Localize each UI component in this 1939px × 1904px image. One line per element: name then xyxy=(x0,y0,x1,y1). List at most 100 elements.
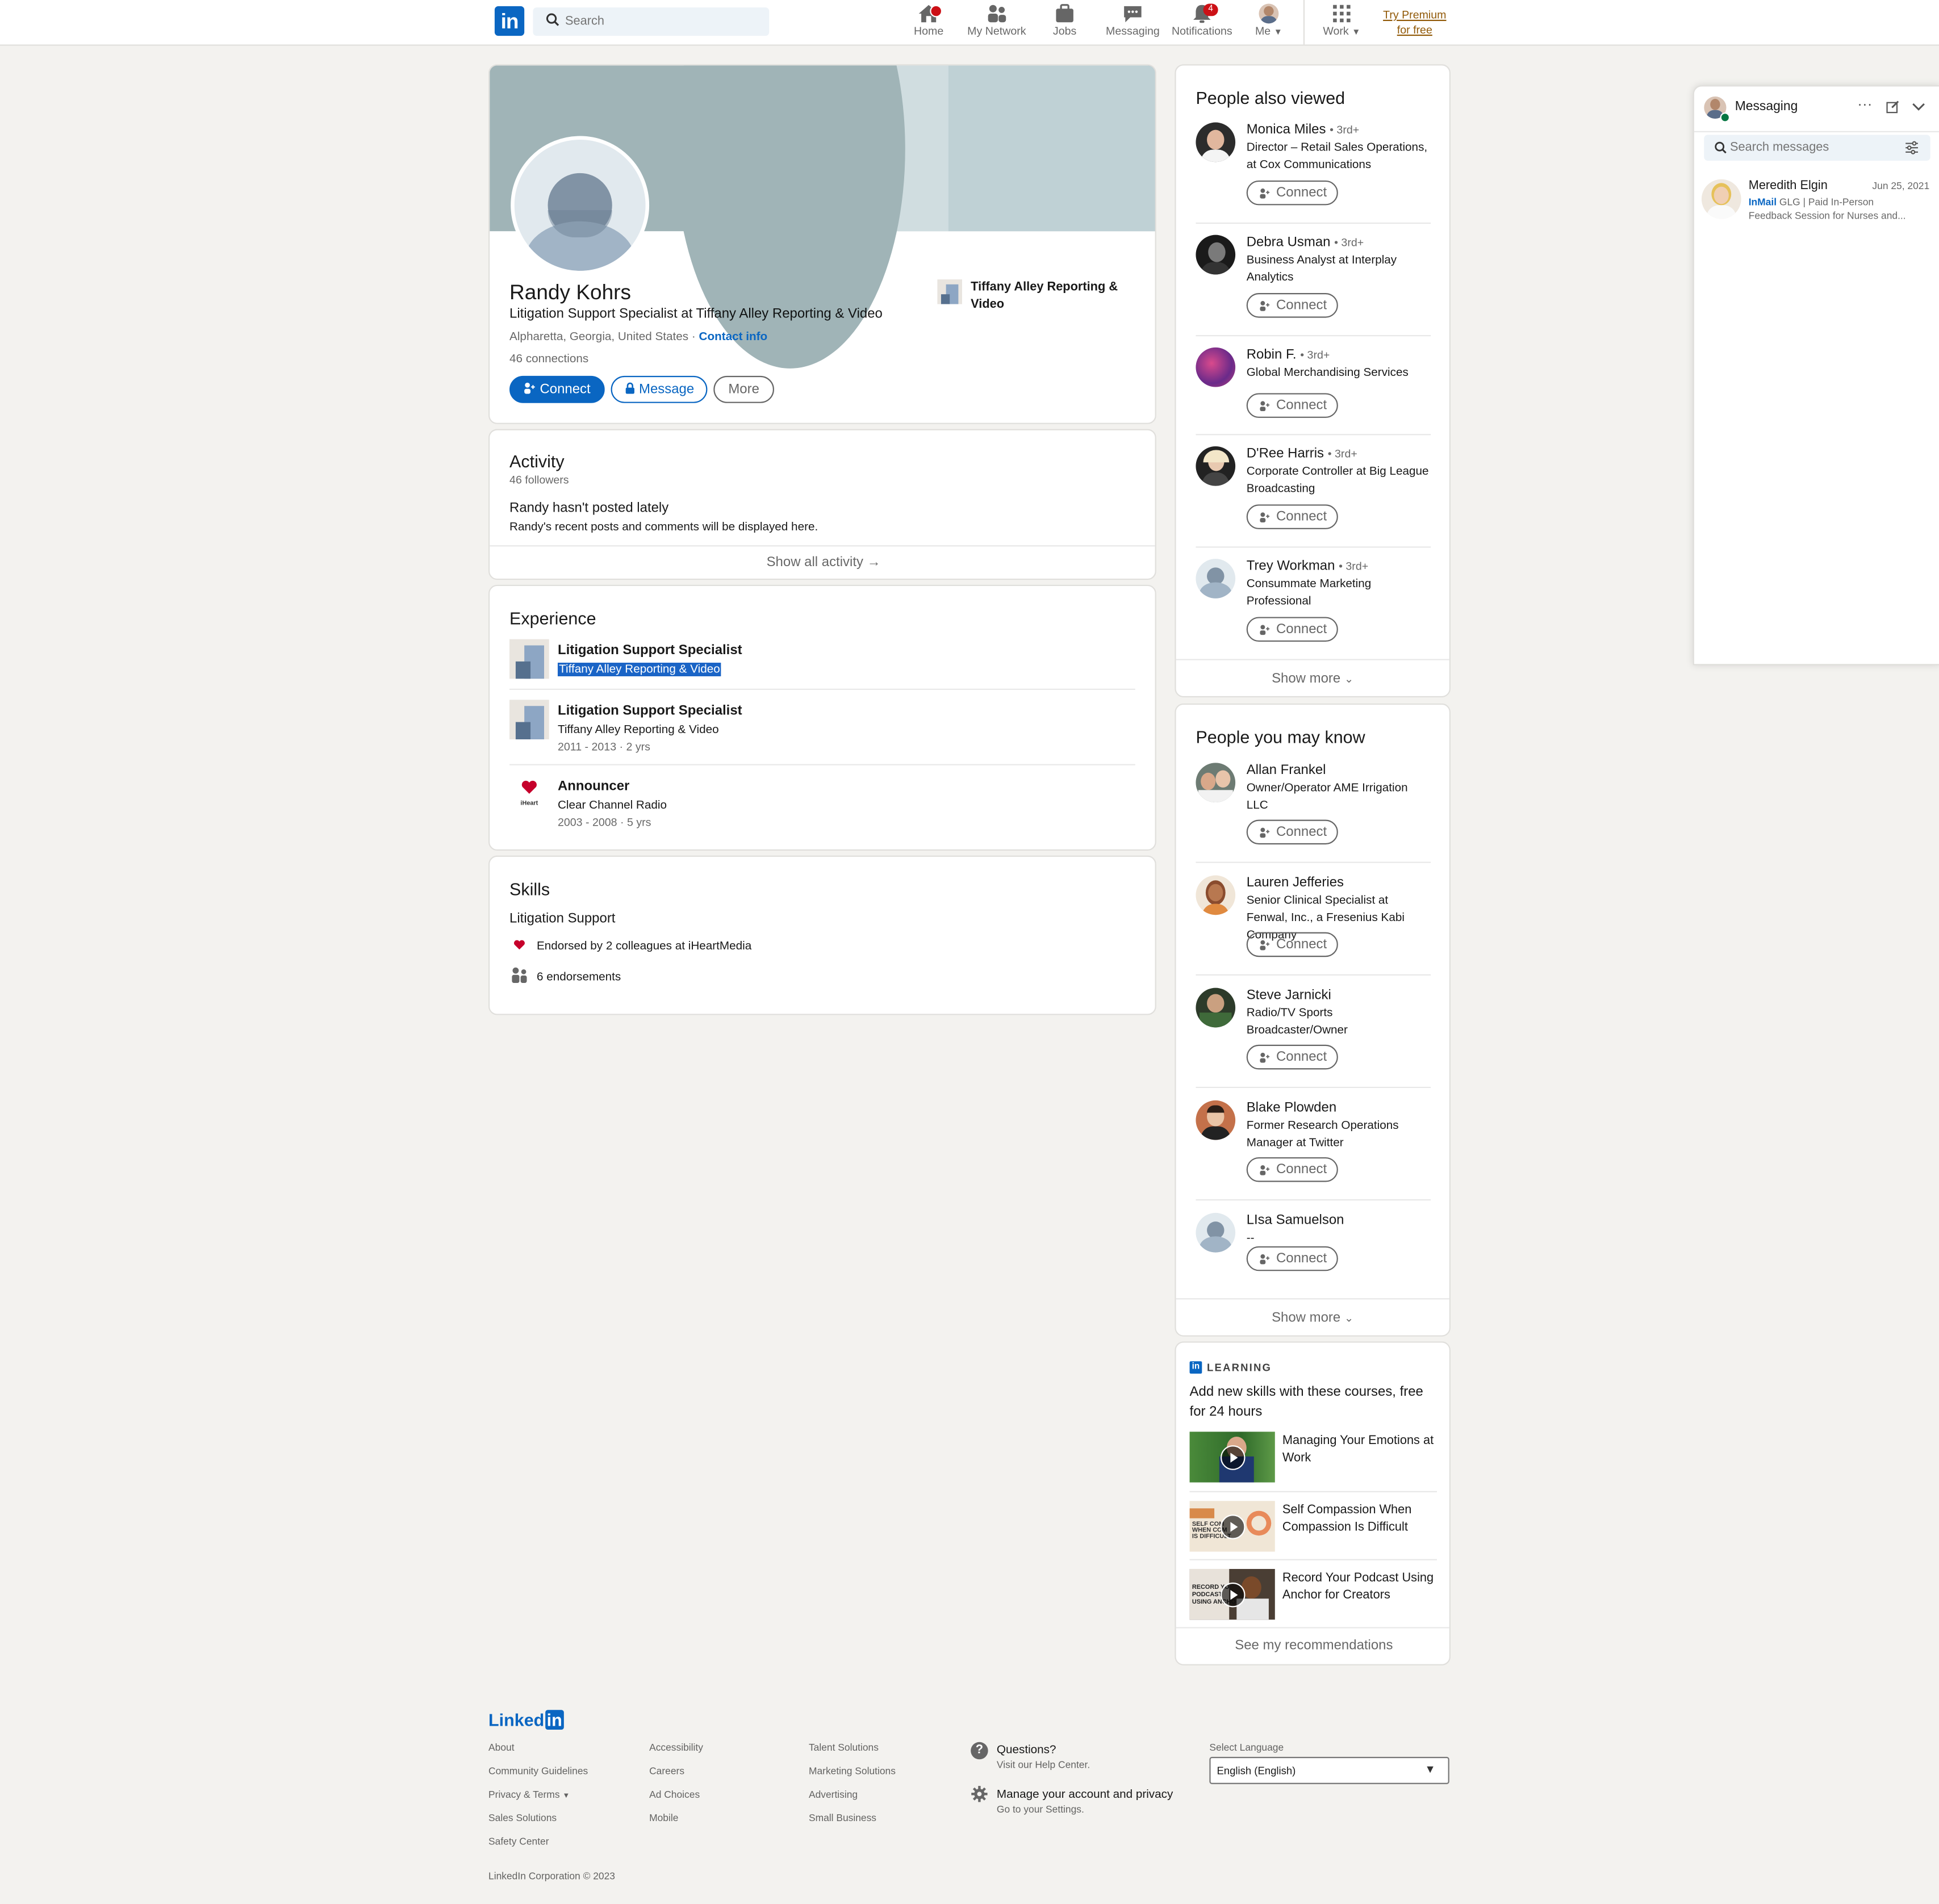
nav-my-network[interactable]: My Network xyxy=(960,4,1034,37)
connect-button[interactable]: Connect xyxy=(509,375,605,403)
global-search[interactable] xyxy=(533,7,770,36)
search-messages[interactable] xyxy=(1704,135,1930,161)
show-all-activity-link[interactable]: Show all activity → xyxy=(490,555,1155,570)
person-name[interactable]: Lauren Jefferies xyxy=(1247,876,1344,890)
show-more-button[interactable]: Show more ⌄ xyxy=(1176,1311,1449,1325)
show-more-label: Show more xyxy=(1272,1310,1341,1326)
connections-count[interactable]: 46 connections xyxy=(509,353,588,366)
language-select[interactable]: English (English) ▼ xyxy=(1209,1756,1449,1784)
nav-jobs-label: Jobs xyxy=(1052,24,1077,37)
footer-link[interactable]: Mobile xyxy=(649,1813,703,1836)
skill-name[interactable]: Litigation Support xyxy=(509,911,615,926)
avatar[interactable] xyxy=(1196,875,1236,915)
help-center-link[interactable]: Visit our Help Center. xyxy=(997,1759,1090,1771)
settings-link[interactable]: Go to your Settings. xyxy=(997,1804,1084,1815)
footer-link[interactable]: Sales Solutions xyxy=(488,1813,588,1836)
footer-link-privacy[interactable]: Privacy & Terms ▼ xyxy=(488,1789,588,1813)
footer-link[interactable]: Community Guidelines xyxy=(488,1765,588,1789)
footer-logo[interactable]: Linked in xyxy=(488,1710,563,1730)
connect-button[interactable]: Connect xyxy=(1246,293,1338,318)
endorsements-count[interactable]: 6 endorsements xyxy=(537,970,621,984)
company-logo[interactable] xyxy=(509,700,549,740)
person-name[interactable]: D'Ree Harris xyxy=(1247,446,1324,461)
avatar[interactable] xyxy=(1196,122,1236,162)
connect-button[interactable]: Connect xyxy=(1246,1044,1338,1070)
footer-link[interactable]: About xyxy=(488,1742,588,1765)
company-logo[interactable] xyxy=(509,639,549,679)
avatar[interactable] xyxy=(1196,1212,1236,1253)
course-thumbnail[interactable]: RECORD YO PODCAST USING ANCHO xyxy=(1189,1568,1275,1620)
activity-empty-title: Randy hasn't posted lately xyxy=(509,500,669,516)
person-name-row: Allan Frankel xyxy=(1247,763,1326,777)
avatar[interactable] xyxy=(1196,987,1236,1028)
person-name[interactable]: Steve Jarnicki xyxy=(1247,988,1331,1003)
nav-me[interactable]: Me ▼ xyxy=(1232,3,1306,37)
person-name[interactable]: LIsa Samuelson xyxy=(1247,1213,1344,1228)
connect-button[interactable]: Connect xyxy=(1246,1246,1338,1271)
current-company[interactable]: Tiffany Alley Reporting & Video xyxy=(971,279,1131,314)
nav-messaging[interactable]: Messaging xyxy=(1096,4,1170,37)
compose-icon[interactable] xyxy=(1886,100,1899,114)
avatar[interactable] xyxy=(1196,559,1236,599)
person-name[interactable]: Trey Workman xyxy=(1247,559,1335,574)
footer-link[interactable]: Ad Choices xyxy=(649,1789,703,1813)
chevron-down-icon[interactable] xyxy=(1912,103,1925,111)
avatar[interactable] xyxy=(1196,1100,1236,1140)
nav-notifications-label: Notifications xyxy=(1171,24,1232,37)
nav-jobs[interactable]: Jobs xyxy=(1027,4,1102,37)
search-input[interactable] xyxy=(565,11,763,32)
course-thumbnail[interactable]: SELF COM WHEN COM IS DIFFICULT xyxy=(1189,1501,1275,1552)
course-title[interactable]: Self Compassion When Compassion Is Diffi… xyxy=(1282,1502,1438,1537)
connect-button[interactable]: Connect xyxy=(1246,504,1338,529)
play-icon xyxy=(1220,1445,1246,1470)
footer-link[interactable]: Careers xyxy=(649,1765,703,1789)
message-button[interactable]: Message xyxy=(611,375,708,403)
more-options-icon[interactable]: ··· xyxy=(1857,95,1872,112)
person-name[interactable]: Allan Frankel xyxy=(1247,763,1326,777)
connect-button[interactable]: Connect xyxy=(1246,393,1338,418)
avatar[interactable] xyxy=(1196,347,1236,387)
help-questions[interactable]: Questions? xyxy=(997,1743,1056,1757)
messaging-header[interactable]: Messaging ··· xyxy=(1694,86,1939,132)
person-name[interactable]: Debra Usman xyxy=(1247,235,1331,250)
linkedin-logo[interactable]: in xyxy=(494,6,525,36)
nav-work[interactable]: Work ▼ xyxy=(1305,4,1379,37)
avatar[interactable] xyxy=(1196,763,1236,803)
contact-info-link[interactable]: Contact info xyxy=(699,330,768,344)
nav-notifications[interactable]: Notifications 4 xyxy=(1164,3,1240,37)
endorsed-by-colleagues[interactable]: Endorsed by 2 colleagues at iHeartMedia xyxy=(537,940,751,953)
company-logo[interactable] xyxy=(937,279,962,304)
person-name[interactable]: Monica Miles xyxy=(1247,123,1326,137)
course-thumbnail[interactable] xyxy=(1189,1432,1275,1483)
show-more-button[interactable]: Show more ⌄ xyxy=(1176,671,1449,686)
footer-link[interactable]: Small Business xyxy=(809,1813,896,1836)
person-name[interactable]: Blake Plowden xyxy=(1247,1100,1336,1115)
avatar[interactable] xyxy=(1196,235,1236,275)
try-premium-link[interactable]: Try Premium for free xyxy=(1375,7,1454,37)
footer-link[interactable]: Talent Solutions xyxy=(809,1742,896,1765)
profile-photo[interactable] xyxy=(511,136,650,275)
connect-button[interactable]: Connect xyxy=(1246,617,1338,642)
footer-logo-text: Linked xyxy=(488,1710,545,1730)
connect-button[interactable]: Connect xyxy=(1246,1157,1338,1182)
more-button-label: More xyxy=(728,382,759,397)
search-messages-input[interactable] xyxy=(1730,138,1891,157)
manage-account[interactable]: Manage your account and privacy xyxy=(997,1788,1173,1801)
footer-link[interactable]: Accessibility xyxy=(649,1742,703,1765)
person-name[interactable]: Robin F. xyxy=(1247,348,1297,362)
avatar[interactable] xyxy=(1196,446,1236,486)
footer-link[interactable]: Advertising xyxy=(809,1789,896,1813)
conversation-item[interactable]: Meredith Elgin Jun 25, 2021 InMail GLG |… xyxy=(1694,173,1939,230)
connect-button[interactable]: Connect xyxy=(1246,932,1338,957)
nav-home[interactable]: Home xyxy=(892,4,966,37)
more-button[interactable]: More xyxy=(713,375,774,403)
connect-button[interactable]: Connect xyxy=(1246,180,1338,206)
see-recommendations-link[interactable]: See my recommendations xyxy=(1176,1638,1449,1653)
course-title[interactable]: Managing Your Emotions at Work xyxy=(1282,1433,1438,1467)
footer-link[interactable]: Marketing Solutions xyxy=(809,1765,896,1789)
footer-link[interactable]: Safety Center xyxy=(488,1836,588,1859)
connect-button[interactable]: Connect xyxy=(1246,819,1338,845)
iheartradio-logo[interactable]: iHeart xyxy=(509,775,549,815)
course-title[interactable]: Record Your Podcast Using Anchor for Cre… xyxy=(1282,1570,1438,1605)
filter-icon[interactable] xyxy=(1904,141,1919,154)
